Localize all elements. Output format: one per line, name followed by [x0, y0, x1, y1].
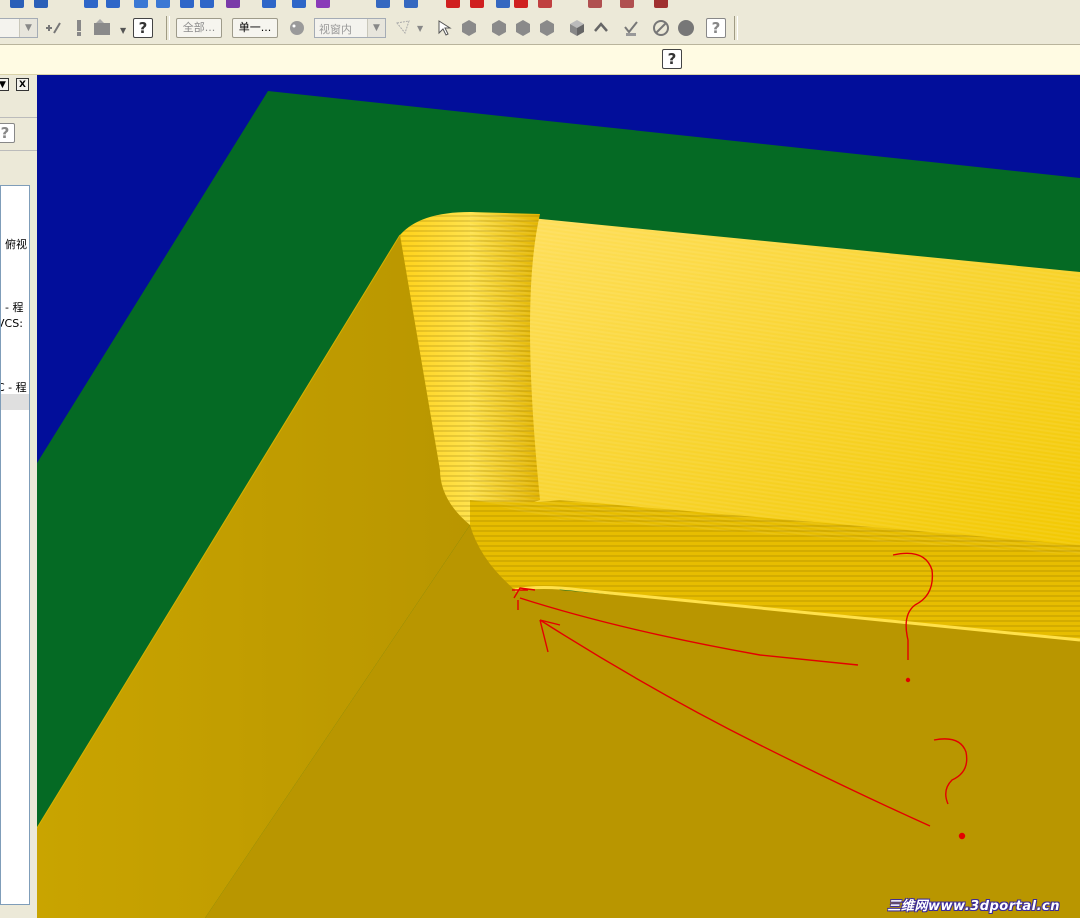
pointer-select-icon[interactable]: [436, 19, 454, 37]
dinosaur-icon[interactable]: [286, 19, 308, 37]
toolbar-icon-k[interactable]: [292, 0, 306, 8]
select-single-button[interactable]: 单一...: [232, 18, 278, 38]
watermark-text: 三维网www.3dportal.cn: [887, 899, 1060, 914]
solid-shape-icon-1[interactable]: [460, 19, 478, 37]
edit-check-icon[interactable]: [622, 19, 640, 37]
view-scope-value: 视窗内: [319, 23, 352, 36]
no-entry-icon[interactable]: [652, 19, 670, 37]
snap-icon[interactable]: [44, 19, 62, 37]
main-toolbar: ▼ ▼ ? 全部... 单一... 视窗内 ▼ ▼ ?: [0, 12, 1080, 45]
toolbar-icon-b[interactable]: [34, 0, 48, 8]
dropdown-arrow-icon[interactable]: ▼: [120, 26, 126, 35]
chevron-down-icon[interactable]: ▼: [367, 19, 385, 37]
toolbar-icon-e[interactable]: [134, 0, 148, 8]
toolbar-icon-c[interactable]: [84, 0, 98, 8]
toolbar-separator: [166, 16, 170, 40]
tree-item-program-1[interactable]: - 程: [5, 299, 23, 315]
toolbar-icon-m[interactable]: [376, 0, 390, 8]
toolbar-icon-n[interactable]: [404, 0, 418, 8]
toolbar-icon-t[interactable]: [588, 0, 602, 8]
tree-item-top-view[interactable]: 俯视: [5, 236, 27, 252]
sphere-icon[interactable]: [675, 19, 697, 37]
toolbar-icon-s[interactable]: [538, 0, 552, 8]
toolbar-icon-d[interactable]: [106, 0, 120, 8]
toolbar-icon-a[interactable]: [10, 0, 24, 8]
exclamation-icon[interactable]: [70, 19, 88, 37]
solid-shape-icon-3[interactable]: [514, 19, 532, 37]
solid-shape-icon-4[interactable]: [538, 19, 556, 37]
toolbar-icon-v[interactable]: [654, 0, 668, 8]
toolbar-icon-r[interactable]: [514, 0, 528, 8]
toolbar-icon-q[interactable]: [496, 0, 510, 8]
navigator-header: ▼ X: [0, 75, 37, 95]
panel-menu-chevron-icon[interactable]: ▼: [0, 78, 9, 91]
help-button-toolbar[interactable]: ?: [133, 18, 153, 38]
cue-line-bar: ?: [0, 45, 1080, 75]
toolbar-separator: [734, 16, 738, 40]
panel-close-button[interactable]: X: [16, 78, 29, 91]
toolbar-icon-i[interactable]: [226, 0, 240, 8]
tree-item-program-2[interactable]: C - 程: [1, 379, 27, 395]
toolbar-icon-o[interactable]: [446, 0, 460, 8]
filter-select-icon[interactable]: [92, 19, 116, 37]
tree-item-selected[interactable]: [1, 394, 29, 410]
toolbar-icon-j[interactable]: [262, 0, 276, 8]
cube-icon[interactable]: [568, 19, 586, 37]
navigator-tree[interactable]: 俯视 - 程 VCS: C - 程: [0, 185, 30, 905]
toolbar-icon-h[interactable]: [200, 0, 214, 8]
panel-help-row: ?: [0, 117, 37, 151]
lasso-select-icon[interactable]: ▼: [395, 19, 427, 37]
toolbar-icon-l[interactable]: [316, 0, 330, 8]
chevron-up-icon[interactable]: [592, 19, 610, 37]
filter-combo[interactable]: ▼: [0, 18, 38, 38]
solid-shape-icon-2[interactable]: [490, 19, 508, 37]
model-render[interactable]: [37, 75, 1080, 918]
toolbar-icon-u[interactable]: [620, 0, 634, 8]
navigator-panel: ▼ X ? 俯视 - 程 VCS: C - 程: [0, 75, 37, 918]
panel-help-button[interactable]: ?: [0, 123, 15, 143]
graphics-viewport[interactable]: 三维网www.3dportal.cn: [37, 75, 1080, 918]
help-button-cue[interactable]: ?: [662, 49, 682, 69]
chevron-down-icon[interactable]: ▼: [19, 19, 37, 37]
toolbar-icon-p[interactable]: [470, 0, 484, 8]
top-face-striations: [470, 212, 1080, 555]
tree-item-mcs[interactable]: VCS:: [1, 317, 23, 330]
svg-text:▼: ▼: [417, 24, 424, 33]
toolbar-icon-f[interactable]: [156, 0, 170, 8]
annotation-question-dot-1: [905, 677, 911, 683]
annotation-question-dot-2: [958, 832, 966, 840]
select-all-button[interactable]: 全部...: [176, 18, 222, 38]
help-button-disabled[interactable]: ?: [706, 18, 726, 38]
view-scope-combo[interactable]: 视窗内 ▼: [314, 18, 386, 38]
toolbar-icon-g[interactable]: [180, 0, 194, 8]
